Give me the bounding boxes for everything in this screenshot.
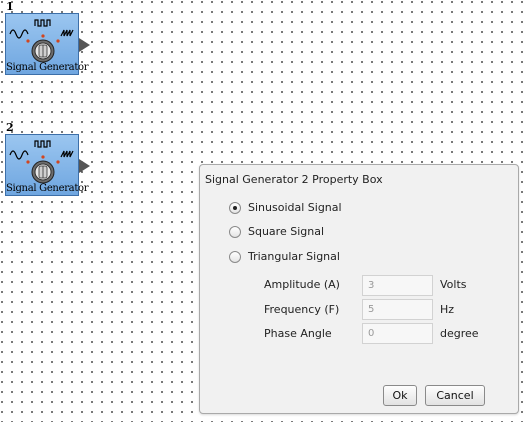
radio-sinusoidal[interactable]: Sinusoidal Signal (229, 201, 342, 214)
radio-button[interactable] (229, 250, 241, 263)
property-box-dialog: Signal Generator 2 Property Box Sinusoid… (199, 164, 519, 414)
radio-triangular[interactable]: Triangular Signal (229, 250, 340, 263)
cancel-button[interactable]: Cancel (425, 385, 485, 406)
phase-angle-unit: degree (440, 327, 479, 340)
radio-label: Triangular Signal (248, 250, 340, 263)
block-2-number: 2 (6, 121, 14, 134)
phase-angle-input[interactable] (362, 323, 433, 344)
amplitude-unit: Volts (440, 278, 467, 291)
dialog-title: Signal Generator 2 Property Box (205, 173, 383, 186)
radio-label: Square Signal (248, 225, 325, 238)
phase-angle-label: Phase Angle (264, 327, 332, 340)
radio-button[interactable] (229, 201, 241, 214)
signal-generator-block-2[interactable]: Signal Generator (5, 134, 90, 196)
frequency-label: Frequency (F) (264, 303, 340, 316)
radio-label: Sinusoidal Signal (248, 201, 342, 214)
amplitude-label: Amplitude (A) (264, 278, 340, 291)
frequency-input[interactable] (362, 299, 433, 320)
radio-button[interactable] (229, 225, 241, 238)
block-2-label: Signal Generator (6, 183, 89, 194)
amplitude-input[interactable] (362, 275, 433, 296)
signal-generator-icon (9, 19, 74, 63)
frequency-unit: Hz (440, 303, 455, 316)
signal-generator-icon (9, 140, 74, 184)
radio-square[interactable]: Square Signal (229, 225, 324, 238)
ok-button[interactable]: Ok (383, 385, 417, 406)
block-1-number: 1 (6, 0, 14, 13)
output-port-arrow[interactable] (79, 159, 90, 173)
signal-generator-block-1[interactable]: Signal Generator (5, 13, 90, 75)
block-1-label: Signal Generator (6, 62, 89, 73)
output-port-arrow[interactable] (79, 38, 90, 52)
